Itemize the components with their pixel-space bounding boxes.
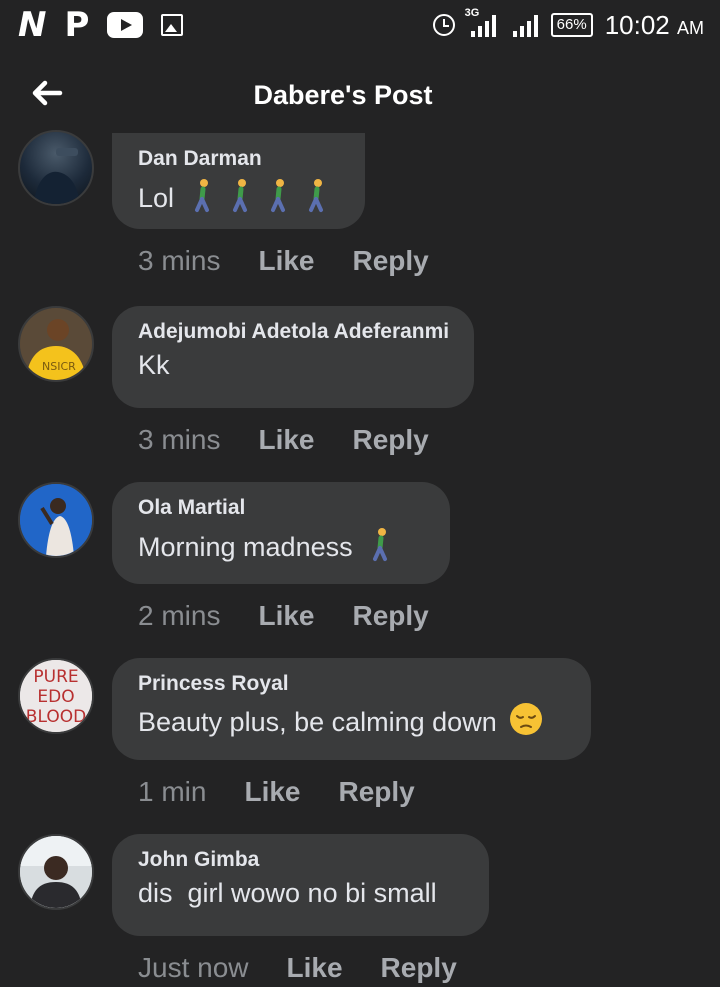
like-button[interactable]: Like xyxy=(258,245,314,277)
avatar-text-line: BLOOD xyxy=(26,707,86,727)
pensive-face-emoji-icon xyxy=(509,702,543,743)
comment-bubble[interactable]: John Gimba dis girl wowo no bi small xyxy=(112,834,489,936)
comment-timestamp: 1 min xyxy=(138,776,207,807)
comment-author[interactable]: Princess Royal xyxy=(138,672,565,696)
comment-bubble[interactable]: Dan Darman Lol xyxy=(112,133,365,229)
n-app-icon: N xyxy=(18,5,47,45)
avatar-text-line: PURE xyxy=(33,667,78,687)
signal-3g-icon: 3G xyxy=(465,7,497,37)
comment-author[interactable]: John Gimba xyxy=(138,848,463,872)
comment-timestamp: Just now xyxy=(138,952,249,983)
reply-button[interactable]: Reply xyxy=(353,600,429,632)
comment-text: Beauty plus, be calming down xyxy=(138,702,565,743)
alarm-icon xyxy=(432,14,455,36)
comment-author[interactable]: Ola Martial xyxy=(138,496,424,520)
reply-button[interactable]: Reply xyxy=(339,776,415,808)
comment-actions: 3 mins Like Reply xyxy=(138,424,429,456)
avatar[interactable] xyxy=(18,834,94,910)
comment-timestamp: 2 mins xyxy=(138,600,221,631)
comment-text-content: Lol xyxy=(138,183,175,213)
gallery-icon xyxy=(161,14,184,36)
comment-text-content: Kk xyxy=(138,350,170,380)
comment-text: Morning madness xyxy=(138,526,424,569)
network-type: 3G xyxy=(464,7,480,19)
comment-bubble[interactable]: Princess Royal Beauty plus, be calming d… xyxy=(112,658,591,760)
reply-button[interactable]: Reply xyxy=(353,424,429,456)
app-bar: Dabere's Post xyxy=(0,62,720,132)
comment-actions: 2 mins Like Reply xyxy=(138,600,429,632)
avatar-text-line: EDO xyxy=(37,687,74,707)
reply-button[interactable]: Reply xyxy=(353,245,429,277)
avatar[interactable]: NSICR xyxy=(18,306,94,382)
comment-text-content: Morning madness xyxy=(138,532,353,562)
reply-button[interactable]: Reply xyxy=(381,952,457,984)
status-clock: 10:02 AM xyxy=(605,10,704,41)
like-button[interactable]: Like xyxy=(258,600,314,632)
comment-bubble[interactable]: Adejumobi Adetola Adeferanmi Kk xyxy=(112,306,474,408)
walking-person-emoji-icon xyxy=(369,526,395,569)
system-icons: 3G 66% 10:02 AM xyxy=(432,6,704,44)
comment-actions: Just now Like Reply xyxy=(138,952,457,984)
comment-timestamp: 3 mins xyxy=(138,245,221,276)
like-button[interactable]: Like xyxy=(258,424,314,456)
like-button[interactable]: Like xyxy=(244,776,300,808)
comment-text-content: Beauty plus, be calming down xyxy=(138,707,497,737)
comment-text: dis girl wowo no bi small xyxy=(138,878,463,909)
like-button[interactable]: Like xyxy=(287,952,343,984)
youtube-icon xyxy=(107,12,144,38)
avatar[interactable] xyxy=(18,482,94,558)
walking-person-emoji-icon xyxy=(192,177,342,220)
clock-ampm: AM xyxy=(677,17,704,38)
p-app-icon: P xyxy=(64,5,90,45)
avatar[interactable]: PURE EDO BLOOD xyxy=(18,658,94,734)
comment-bubble[interactable]: Ola Martial Morning madness xyxy=(112,482,450,584)
comment-author[interactable]: Adejumobi Adetola Adeferanmi xyxy=(138,320,449,344)
signal-icon xyxy=(509,13,539,37)
page-title: Dabere's Post xyxy=(253,80,433,110)
comment-actions: 1 min Like Reply xyxy=(138,776,415,808)
comment-text-content: dis girl wowo no bi small xyxy=(138,878,437,908)
comment-author[interactable]: Dan Darman xyxy=(138,147,339,171)
status-bar: N P 3G 66% 10:02 AM xyxy=(0,0,720,50)
comment-actions: 3 mins Like Reply xyxy=(138,245,429,277)
clock-time: 10:02 xyxy=(604,9,670,40)
battery-indicator: 66% xyxy=(550,13,593,37)
comment-text: Kk xyxy=(138,350,448,381)
comment-text: Lol xyxy=(138,177,339,220)
avatar[interactable] xyxy=(18,130,94,206)
comment-timestamp: 3 mins xyxy=(138,424,221,455)
svg-text:NSICR: NSICR xyxy=(42,360,76,373)
notification-icons: N P xyxy=(18,5,184,45)
